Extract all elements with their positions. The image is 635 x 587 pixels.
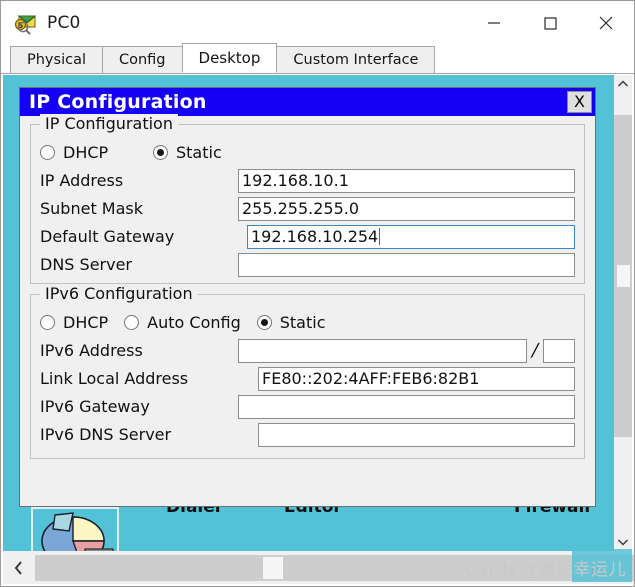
default-gateway-input[interactable]: 192.168.10.254 xyxy=(247,224,575,249)
packet-tracer-device-window: S PC0 Physical Config Desktop Custom Int… xyxy=(0,0,635,587)
scroll-left-button[interactable] xyxy=(3,551,35,584)
vertical-scroll-track[interactable] xyxy=(614,93,632,533)
ip-configuration-dialog: IP Configuration X IP Configuration DHCP xyxy=(19,87,596,507)
ipv4-mode-radio-group: DHCP Static xyxy=(40,139,575,165)
link-local-address-row: Link Local Address FE80::202:4AFF:FEB6:8… xyxy=(40,365,575,392)
horizontal-scroll-track[interactable] xyxy=(35,554,634,581)
ipv6-dns-server-label: IPv6 DNS Server xyxy=(40,425,172,444)
tab-custom-interface[interactable]: Custom Interface xyxy=(276,46,436,73)
radio-button-unchecked-icon[interactable] xyxy=(40,314,55,330)
ipv6-gateway-row: IPv6 Gateway xyxy=(40,393,575,420)
ip-address-label: IP Address xyxy=(40,171,124,190)
horizontal-scrollbar[interactable]: CSDN @谁是幸运儿 xyxy=(3,549,634,584)
window-controls xyxy=(466,1,634,45)
minimize-button[interactable] xyxy=(466,1,522,45)
maximize-button[interactable] xyxy=(522,1,578,45)
ipv6-dhcp-radio-option[interactable]: DHCP xyxy=(40,313,108,332)
ipv6-group-legend: IPv6 Configuration xyxy=(40,284,198,303)
text-cursor xyxy=(379,228,381,245)
minimize-icon xyxy=(488,22,500,24)
ipv6-address-input[interactable] xyxy=(238,338,528,363)
ipv4-dhcp-label: DHCP xyxy=(63,142,109,162)
horizontal-scroll-thumb[interactable] xyxy=(263,556,283,579)
ipv6-prefix-length-input[interactable] xyxy=(543,338,575,363)
ipv4-dhcp-radio-option[interactable]: DHCP xyxy=(40,143,153,162)
ipv6-address-label: IPv6 Address xyxy=(40,341,143,360)
dns-server-row: DNS Server xyxy=(40,251,575,278)
default-gateway-label: Default Gateway xyxy=(40,227,175,246)
ipv6-auto-config-label: Auto Config xyxy=(147,312,241,332)
link-local-address-value: FE80::202:4AFF:FEB6:82B1 xyxy=(262,369,480,388)
ip-address-input[interactable]: 192.168.10.1 xyxy=(238,168,575,193)
default-gateway-value: 192.168.10.254 xyxy=(251,227,379,246)
ipv4-group-legend: IP Configuration xyxy=(40,114,178,133)
close-icon xyxy=(599,16,613,30)
ipv4-static-radio-option[interactable]: Static xyxy=(153,143,222,162)
pie-chart-icon[interactable] xyxy=(31,507,119,551)
vertical-scrollbar[interactable] xyxy=(614,75,632,551)
dialog-title: IP Configuration xyxy=(29,91,207,113)
tab-physical[interactable]: Physical xyxy=(10,46,103,73)
ipv6-dns-server-row: IPv6 DNS Server xyxy=(40,421,575,448)
ipv6-static-radio-option[interactable]: Static xyxy=(256,312,326,332)
dialog-body: IP Configuration DHCP Static IP Address xyxy=(20,114,595,459)
dialog-titlebar: IP Configuration X xyxy=(20,88,595,116)
window-titlebar: S PC0 xyxy=(1,1,634,45)
link-local-address-input[interactable]: FE80::202:4AFF:FEB6:82B1 xyxy=(258,366,575,391)
subnet-mask-label: Subnet Mask xyxy=(40,199,144,218)
tab-config[interactable]: Config xyxy=(101,46,183,73)
subnet-mask-value: 255.255.255.0 xyxy=(242,199,360,218)
dns-server-input[interactable] xyxy=(238,252,575,277)
ipv6-gateway-label: IPv6 Gateway xyxy=(40,397,150,416)
dialog-close-button[interactable]: X xyxy=(567,91,592,113)
chevron-left-icon xyxy=(14,560,22,575)
ip-address-value: 192.168.10.1 xyxy=(242,171,349,190)
ipv6-prefix-separator: / xyxy=(529,340,541,361)
dns-server-label: DNS Server xyxy=(40,255,132,274)
default-gateway-row: Default Gateway 192.168.10.254 xyxy=(40,223,575,250)
ipv6-mode-radio-group: DHCP Auto Config Static xyxy=(40,309,575,335)
radio-button-unchecked-icon[interactable] xyxy=(40,144,55,160)
ipv6-address-row: IPv6 Address / xyxy=(40,337,575,364)
radio-button-unchecked-icon[interactable] xyxy=(124,314,140,330)
chevron-down-icon xyxy=(617,539,629,546)
ipv4-static-label: Static xyxy=(176,142,222,162)
ip-address-row: IP Address 192.168.10.1 xyxy=(40,167,575,194)
decorative-teal-overlay xyxy=(572,549,632,582)
radio-button-checked-icon[interactable] xyxy=(153,144,168,160)
maximize-icon xyxy=(544,17,557,30)
chevron-up-icon xyxy=(617,80,629,87)
subnet-mask-input[interactable]: 255.255.255.0 xyxy=(238,196,575,221)
ipv6-gateway-input[interactable] xyxy=(238,394,575,419)
ipv6-static-label: Static xyxy=(279,312,326,332)
ipv4-configuration-group: IP Configuration DHCP Static IP Address xyxy=(30,114,585,284)
scroll-up-button[interactable] xyxy=(614,75,632,93)
ipv6-configuration-group: IPv6 Configuration DHCP Auto Config Stat… xyxy=(30,284,585,459)
window-title: PC0 xyxy=(47,13,81,33)
vertical-scroll-thumb[interactable] xyxy=(614,115,632,437)
packet-tracer-pc-icon: S xyxy=(13,11,39,35)
close-button[interactable] xyxy=(578,1,634,45)
tab-desktop[interactable]: Desktop xyxy=(181,43,278,73)
desktop-canvas[interactable]: Dialer Editor Firewall IP Configuration … xyxy=(3,75,616,551)
ipv6-auto-config-radio-option[interactable]: Auto Config xyxy=(124,313,241,332)
ipv6-dhcp-label: DHCP xyxy=(63,312,109,332)
ipv6-dns-server-input[interactable] xyxy=(258,422,575,447)
radio-button-checked-icon[interactable] xyxy=(256,314,272,330)
tab-bar: Physical Config Desktop Custom Interface xyxy=(1,43,634,74)
subnet-mask-row: Subnet Mask 255.255.255.0 xyxy=(40,195,575,222)
vertical-scroll-thumb-grip xyxy=(617,265,630,287)
link-local-address-label: Link Local Address xyxy=(40,369,189,388)
